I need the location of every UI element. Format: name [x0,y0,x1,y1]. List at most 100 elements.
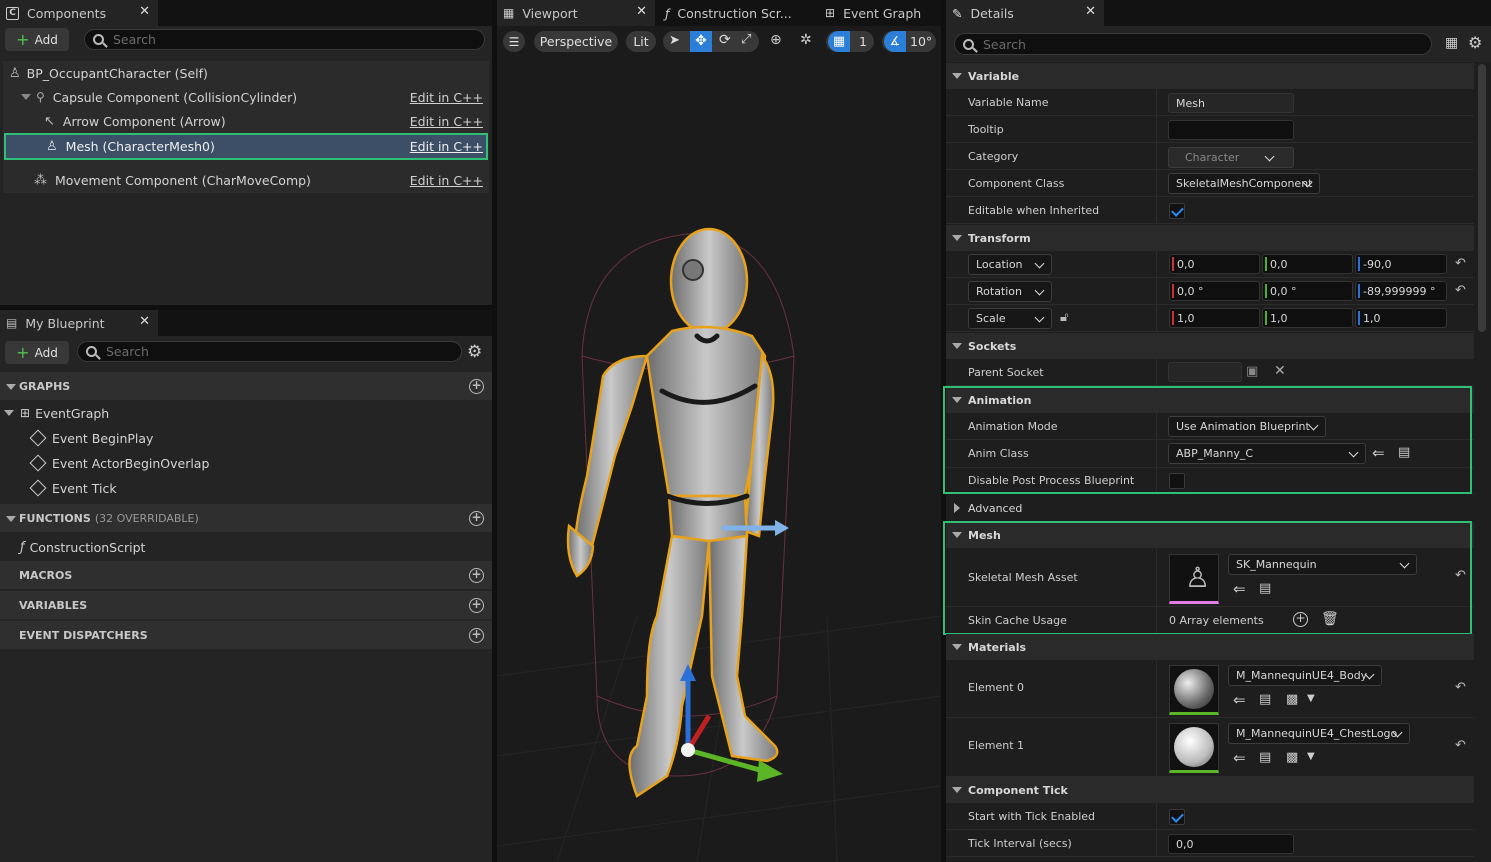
tab-components[interactable]: C Components ✕ [0,0,158,26]
material1-thumbnail[interactable] [1169,723,1219,773]
add-function-icon[interactable]: + [469,510,484,526]
list-item-event[interactable]: Event BeginPlay [0,426,492,450]
close-icon[interactable]: ✕ [1085,4,1096,19]
details-scrollbar[interactable] [1478,64,1486,332]
section-materials[interactable]: Materials [946,634,1474,660]
scale-z-field[interactable]: 1,0 [1355,308,1447,328]
tree-item-self[interactable]: ♙ BP_OccupantCharacter (Self) [3,61,489,85]
tooltip-field[interactable] [1168,120,1294,140]
chevron-down-icon[interactable] [21,94,31,100]
translate-tool-icon[interactable]: ✥ [690,31,712,52]
chevron-down-icon[interactable]: ▼ [1307,693,1315,704]
grid-snap-icon[interactable]: ▦ [828,31,850,52]
use-selected-icon[interactable]: ⇐ [1233,749,1246,767]
tree-item-arrow[interactable]: ↖ Arrow Component (Arrow) Edit in C++ [3,109,489,133]
reset-arrow-icon[interactable]: ↶ [1455,681,1467,694]
select-tool-icon[interactable]: ➤ [669,33,680,48]
angle-snap-icon[interactable]: ∡ [884,31,906,52]
reset-arrow-icon[interactable]: ↶ [1455,284,1467,297]
list-item-construction-script[interactable]: ƒ ConstructionScript [0,535,492,559]
location-dropdown[interactable]: Location [968,254,1052,275]
components-search-input[interactable]: Search [84,29,485,50]
component-class-dropdown[interactable]: SkeletalMeshComponent [1168,173,1320,194]
chevron-down-icon[interactable] [4,410,14,416]
section-variable[interactable]: Variable [946,63,1474,89]
details-search-input[interactable]: Search [954,33,1432,55]
use-selected-icon[interactable]: ⇐ [1233,691,1246,709]
functions-category[interactable]: FUNCTIONS (32 OVERRIDABLE) + [0,504,492,532]
viewport-scene[interactable] [497,56,941,862]
add-macro-icon[interactable]: + [469,567,484,583]
close-icon[interactable]: ✕ [139,4,150,19]
add-graph-icon[interactable]: + [469,378,484,394]
list-item-eventgraph[interactable]: ⊞ EventGraph [0,401,492,425]
scale-y-field[interactable]: 1,0 [1262,308,1353,328]
section-transform[interactable]: Transform [946,225,1474,251]
browse-icon[interactable]: ▤ [1259,692,1271,707]
perspective-button[interactable]: Perspective [534,31,618,52]
tab-details[interactable]: ✎ Details ✕ [946,0,1104,26]
list-item-event[interactable]: Event Tick [0,476,492,500]
gear-icon[interactable]: ⚙ [467,342,482,362]
section-sockets[interactable]: Sockets [946,333,1474,359]
add-variable-icon[interactable]: + [469,597,484,613]
edit-in-cpp-link[interactable]: Edit in C++ [410,90,483,105]
tick-interval-field[interactable]: 0,0 [1168,834,1294,854]
category-dropdown[interactable]: Character [1168,147,1294,168]
scale-tool-icon[interactable]: ⤢ [741,32,751,47]
edit-in-cpp-link[interactable]: Edit in C++ [410,139,483,154]
scale-x-field[interactable]: 1,0 [1169,308,1260,328]
grid-snap-value[interactable]: 1 [859,34,867,49]
reset-arrow-icon[interactable]: ↶ [1455,739,1467,752]
add-component-button[interactable]: + Add [5,28,69,51]
checker-icon[interactable]: ▩ [1286,692,1298,707]
browse-icon[interactable]: ▤ [1259,750,1271,765]
macros-category[interactable]: MACROS + [0,561,492,589]
tab-my-blueprint[interactable]: ▤ My Blueprint ✕ [0,310,158,336]
material0-dropdown[interactable]: M_MannequinUE4_Body [1228,665,1382,686]
viewport-menu-button[interactable]: ☰ [503,31,525,52]
checker-icon[interactable]: ▩ [1286,750,1298,765]
tab-construction-script[interactable]: ƒ Construction Scr... [659,0,815,26]
scale-dropdown[interactable]: Scale [968,308,1052,329]
location-z-field[interactable]: -90,0 [1355,254,1447,274]
graphs-category[interactable]: GRAPHS + [0,372,492,400]
start-tick-checkbox[interactable] [1169,809,1185,825]
list-item-event[interactable]: Event ActorBeginOverlap [0,451,492,475]
close-icon[interactable]: ✕ [139,314,150,329]
variables-category[interactable]: VARIABLES + [0,591,492,619]
rotation-z-field[interactable]: -89,999999 ° [1355,281,1447,301]
lit-button[interactable]: Lit [626,31,656,52]
tree-item-movement[interactable]: ⁂ Movement Component (CharMoveComp) Edit… [3,168,489,192]
unlock-icon[interactable]: 🔓︎ [1060,310,1068,325]
angle-snap-value[interactable]: 10° [910,34,932,49]
tree-item-capsule[interactable]: ⚲ Capsule Component (CollisionCylinder) … [3,85,489,109]
add-button[interactable]: + Add [5,341,69,364]
my-blueprint-search-input[interactable]: Search [77,341,462,362]
rotation-x-field[interactable]: 0,0 ° [1169,281,1260,301]
rotation-dropdown[interactable]: Rotation [968,281,1052,302]
section-component-tick[interactable]: Component Tick [946,777,1474,803]
rotate-tool-icon[interactable]: ⟳ [719,32,731,48]
chevron-down-icon[interactable]: ▼ [1307,751,1315,762]
location-y-field[interactable]: 0,0 [1262,254,1353,274]
parent-socket-field[interactable] [1168,362,1242,382]
table-view-icon[interactable]: ▦ [1445,35,1458,51]
editable-checkbox[interactable] [1169,203,1185,219]
dispatchers-category[interactable]: EVENT DISPATCHERS + [0,621,492,649]
tree-item-mesh[interactable]: ♙ Mesh (CharacterMesh0) Edit in C++ [4,133,488,160]
add-dispatcher-icon[interactable]: + [469,627,484,643]
gear-icon[interactable]: ⚙ [1468,33,1482,52]
material1-dropdown[interactable]: M_MannequinUE4_ChestLogo [1228,723,1410,744]
edit-in-cpp-link[interactable]: Edit in C++ [410,114,483,129]
surface-snap-icon[interactable]: ✲ [800,32,812,48]
section-advanced[interactable]: Advanced [946,495,1474,521]
world-space-icon[interactable]: ⊕ [770,32,782,48]
reset-arrow-icon[interactable]: ↶ [1455,257,1467,270]
close-icon[interactable]: ✕ [636,4,647,19]
location-x-field[interactable]: 0,0 [1169,254,1260,274]
tab-viewport[interactable]: ▦ Viewport ✕ [497,0,655,26]
socket-browse-icon[interactable]: ▣ [1246,364,1258,379]
tab-event-graph[interactable]: ⊞ Event Graph [819,0,939,26]
edit-in-cpp-link[interactable]: Edit in C++ [410,173,483,188]
